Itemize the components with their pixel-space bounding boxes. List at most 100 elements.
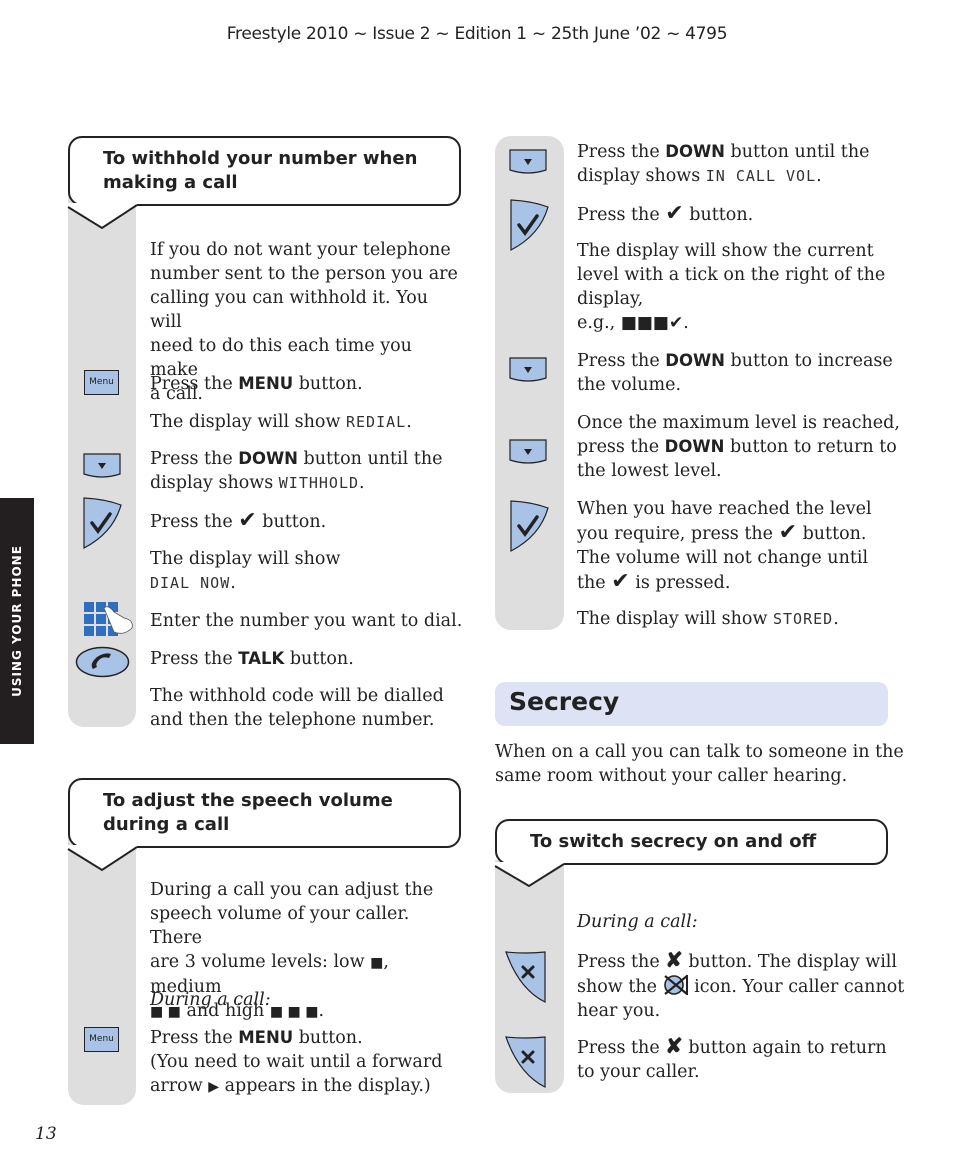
page-number: 13 (35, 1124, 57, 1144)
text: . (318, 1001, 325, 1021)
text: are 3 volume levels: low (150, 952, 371, 972)
text: button. (683, 205, 754, 225)
intro-line: number sent to the person you are (150, 264, 458, 284)
secrecy-step-on: Press the ✘ button. The display will sho… (577, 948, 904, 1023)
cross-glyph: ✘ (665, 1033, 683, 1058)
side-tab-label: USING YOUR PHONE (10, 545, 24, 697)
tick-glyph: ✔ (238, 508, 257, 533)
text: . (816, 166, 822, 186)
withhold-callout: To withhold your number when making a ca… (68, 136, 461, 206)
volume-title-line2: during a call (103, 814, 230, 835)
text: Press the (150, 649, 239, 669)
text: The volume will not change until (577, 548, 869, 568)
text: Press the (150, 512, 239, 532)
volume-step-menu: Press the MENU button. (You need to wait… (150, 1026, 442, 1099)
secrecy-mute-icon (663, 975, 688, 995)
intro-line: calling you can withhold it. You will (150, 288, 429, 332)
secrecy-cancel-button-icon (505, 951, 546, 1003)
text: Once the maximum level is reached, (577, 413, 900, 433)
secrecy-callout-tail (494, 862, 565, 888)
secrecy-cancel-button-icon (505, 1036, 546, 1088)
text: icon. Your caller cannot (688, 977, 905, 997)
withhold-callout-tail (67, 203, 138, 230)
text: button. (284, 649, 354, 669)
secrecy-intro: When on a call you can talk to someone i… (495, 740, 904, 788)
text: When you have reached the level (577, 499, 872, 519)
secrecy-callout: To switch secrecy on and off (495, 819, 888, 865)
text: appears in the display.) (219, 1076, 431, 1096)
text: The display will show (150, 412, 346, 432)
withhold-step-redial: The display will show REDIAL. (150, 410, 412, 434)
ok-tick-button-icon (510, 500, 549, 552)
key-name: DOWN (665, 142, 725, 161)
text: button to increase (724, 351, 893, 371)
withhold-title-line1: To withhold your number when (103, 148, 418, 169)
volume-level-example: ■■■✔ (620, 313, 684, 333)
text: button. The display will (682, 952, 897, 972)
withhold-step-menu: Press the MENU button. (150, 372, 363, 396)
lcd-text: STORED (773, 610, 834, 628)
text: . (833, 609, 839, 629)
text: show the (577, 977, 663, 997)
volume-step-increase: Press the DOWN button to increase the vo… (577, 349, 893, 397)
section-side-tab: USING YOUR PHONE (0, 498, 34, 744)
text: The display will show (577, 609, 773, 629)
key-name: MENU (238, 1028, 294, 1047)
secrecy-heading-text: Secrecy (509, 687, 620, 716)
text: is pressed. (629, 573, 731, 593)
lcd-text: IN CALL VOL (705, 167, 817, 185)
text: . (230, 573, 236, 593)
volume-step-stored: The display will show STORED. (577, 607, 839, 631)
document-header: Freestyle 2010 ~ Issue 2 ~ Edition 1 ~ 2… (226, 24, 728, 44)
text: button. (256, 512, 327, 532)
text: level with a tick on the right of the (577, 265, 886, 285)
withhold-step-enter-number: Enter the number you want to dial. (150, 611, 463, 631)
withhold-step-dialnow: The display will show DIAL NOW. (150, 547, 340, 595)
text: the lowest level. (577, 461, 722, 481)
text: During a call you can adjust the (150, 880, 434, 900)
cross-glyph: ✘ (665, 947, 683, 972)
key-name: MENU (238, 374, 294, 393)
ok-tick-button-icon (83, 497, 122, 549)
text: e.g., (577, 313, 621, 333)
text: same room without your caller hearing. (495, 766, 848, 786)
text: . (683, 313, 689, 333)
ok-tick-button-icon (510, 199, 549, 251)
text: speech volume of your caller. There (150, 904, 410, 948)
tick-glyph: ✔ (778, 520, 798, 545)
down-button-icon (509, 357, 547, 382)
keypad-icon (84, 602, 133, 636)
volume-step-confirm: When you have reached the level you requ… (577, 497, 872, 595)
key-name: DOWN (238, 449, 298, 468)
withhold-step-talk: Press the TALK button. (150, 647, 354, 671)
text: Press the (577, 351, 666, 371)
text: . (359, 473, 365, 493)
text: Press the (150, 374, 239, 394)
intro-line: If you do not want your telephone (150, 240, 451, 260)
text: button again to return (682, 1038, 887, 1058)
text: button until the (297, 449, 443, 469)
menu-button-icon: Menu (84, 1027, 119, 1052)
down-button-icon (83, 453, 121, 478)
volume-step-down-incallvol: Press the DOWN button until the display … (577, 140, 869, 188)
text: The display will show (150, 549, 341, 569)
text: (You need to wait until a forward (150, 1052, 443, 1072)
text: The display will show the current (577, 241, 874, 261)
text: to your caller. (577, 1062, 700, 1082)
volume-title-line1: To adjust the speech volume (103, 790, 393, 811)
talk-button-icon (75, 646, 130, 678)
text: you require, press the (577, 524, 779, 544)
text: hear you. (577, 1001, 661, 1021)
text: button until the (724, 142, 870, 162)
withhold-step-tick: Press the ✔ button. (150, 509, 326, 534)
text: the volume. (577, 375, 682, 395)
text: display, (577, 289, 644, 309)
lcd-text: REDIAL (346, 413, 407, 431)
text: The withhold code will be dialled (150, 686, 444, 706)
withhold-step-result: The withhold code will be dialled and th… (150, 684, 444, 732)
down-button-icon (509, 149, 547, 174)
volume-low-glyph: ■ (370, 955, 384, 971)
text: Press the (150, 449, 239, 469)
secrecy-section-heading: Secrecy (495, 682, 888, 726)
volume-callout: To adjust the speech volume during a cal… (68, 778, 461, 848)
